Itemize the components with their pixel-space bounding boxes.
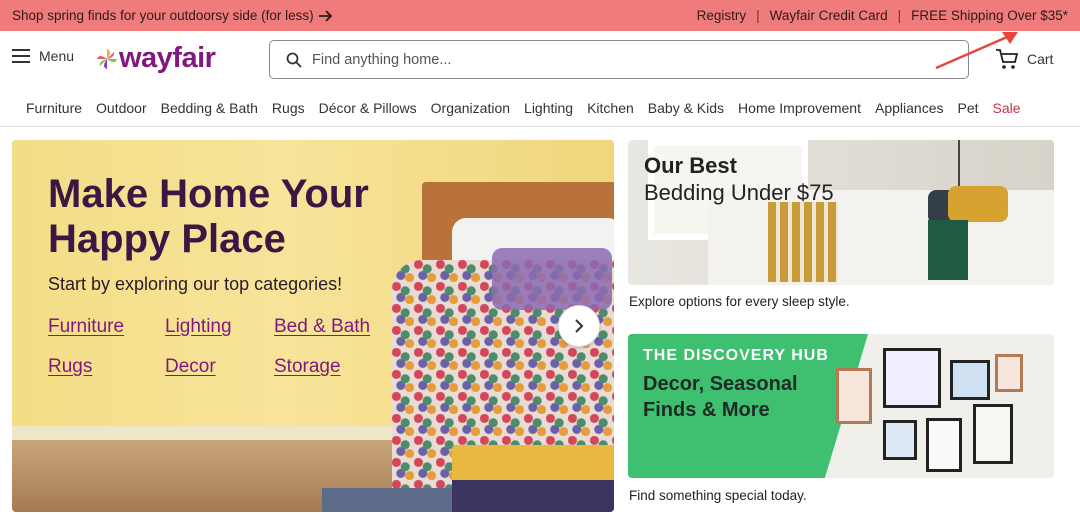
promo-text: Shop spring finds for your outdoorsy sid… [12, 8, 314, 23]
rug-image [322, 488, 462, 512]
hero-link-decor[interactable]: Decor [165, 356, 274, 378]
promo-bar: Shop spring finds for your outdoorsy sid… [0, 0, 1080, 31]
hero-banner[interactable]: Make Home Your Happy Place Start by expl… [12, 140, 614, 512]
category-sale[interactable]: Sale [993, 100, 1021, 116]
category-decor-pillows[interactable]: Décor & Pillows [319, 100, 417, 116]
bedding-card-caption: Explore options for every sleep style. [629, 294, 850, 309]
art-frame-image [926, 418, 962, 472]
promo-link[interactable]: Shop spring finds for your outdoorsy sid… [12, 8, 334, 23]
category-appliances[interactable]: Appliances [875, 100, 944, 116]
hero-title: Make Home Your Happy Place [48, 172, 428, 262]
credit-card-link[interactable]: Wayfair Credit Card [770, 8, 888, 23]
bedding-card-title: Our Best Bedding Under $75 [644, 152, 904, 206]
category-furniture[interactable]: Furniture [26, 100, 82, 116]
divider: | [756, 8, 760, 23]
category-nav: Furniture Outdoor Bedding & Bath Rugs Dé… [0, 89, 1080, 127]
registry-link[interactable]: Registry [697, 8, 747, 23]
hero-link-bed-bath[interactable]: Bed & Bath [274, 316, 404, 338]
hero-subtitle: Start by exploring our top categories! [48, 274, 343, 294]
art-frame-image [883, 348, 941, 408]
hero-category-links: Furniture Lighting Bed & Bath Rugs Decor… [48, 316, 408, 378]
category-lighting[interactable]: Lighting [524, 100, 573, 116]
category-home-improvement[interactable]: Home Improvement [738, 100, 861, 116]
card-title-line: Decor, Seasonal [643, 373, 798, 395]
search-bar[interactable] [269, 40, 969, 79]
discovery-hub-kicker: THE DISCOVERY HUB [643, 347, 829, 364]
throw-blanket-image [768, 202, 838, 282]
category-organization[interactable]: Organization [431, 100, 510, 116]
menu-button[interactable]: Menu [12, 48, 74, 64]
hamburger-icon [12, 49, 30, 63]
free-shipping-link[interactable]: FREE Shipping Over $35* [911, 8, 1068, 23]
hero-link-furniture[interactable]: Furniture [48, 316, 165, 338]
hero-title-line: Happy Place [48, 217, 286, 261]
bench-base-image [452, 480, 614, 512]
green-throw-image [928, 220, 968, 280]
divider: | [897, 8, 902, 23]
wayfair-pinwheel-icon [97, 48, 117, 69]
search-input[interactable] [312, 51, 912, 68]
search-icon [286, 52, 302, 68]
category-kitchen[interactable]: Kitchen [587, 100, 634, 116]
menu-label: Menu [39, 48, 75, 64]
discovery-hub-card[interactable]: THE DISCOVERY HUB Decor, Seasonal Finds … [628, 334, 1054, 478]
art-frame-image [995, 354, 1023, 392]
arrow-right-icon [318, 9, 332, 22]
cart-label: Cart [1027, 51, 1054, 67]
logo-text: wayfair [119, 42, 216, 74]
card-title-line: Finds & More [643, 399, 770, 421]
card-title-line: Bedding Under $75 [644, 180, 834, 205]
wayfair-logo[interactable]: wayfair [97, 42, 216, 75]
discovery-card-caption: Find something special today. [629, 488, 807, 503]
bench-image [452, 445, 614, 485]
art-frame-image [883, 420, 917, 460]
hero-link-rugs[interactable]: Rugs [48, 356, 165, 378]
card-title-line: Our Best [644, 153, 737, 178]
pillow-image [492, 248, 612, 310]
hero-title-line: Make Home Your [48, 172, 369, 216]
hero-link-storage[interactable]: Storage [274, 356, 404, 378]
chevron-right-icon [575, 319, 584, 333]
category-outdoor[interactable]: Outdoor [96, 100, 147, 116]
pillow-image [948, 186, 1008, 222]
annotation-arrow-icon [935, 32, 1018, 70]
promo-links: Registry | Wayfair Credit Card | FREE Sh… [697, 8, 1068, 23]
category-bedding-bath[interactable]: Bedding & Bath [161, 100, 258, 116]
hero-link-lighting[interactable]: Lighting [165, 316, 274, 338]
carousel-next-button[interactable] [558, 305, 600, 347]
art-frame-image [973, 404, 1013, 464]
category-pet[interactable]: Pet [957, 100, 978, 116]
category-rugs[interactable]: Rugs [272, 100, 305, 116]
bedding-promo-card[interactable]: Our Best Bedding Under $75 [628, 140, 1054, 285]
header: Menu wayfair Cart [0, 31, 1080, 89]
category-baby-kids[interactable]: Baby & Kids [648, 100, 724, 116]
discovery-card-title: Decor, Seasonal Finds & More [643, 371, 853, 423]
art-frame-image [950, 360, 990, 400]
